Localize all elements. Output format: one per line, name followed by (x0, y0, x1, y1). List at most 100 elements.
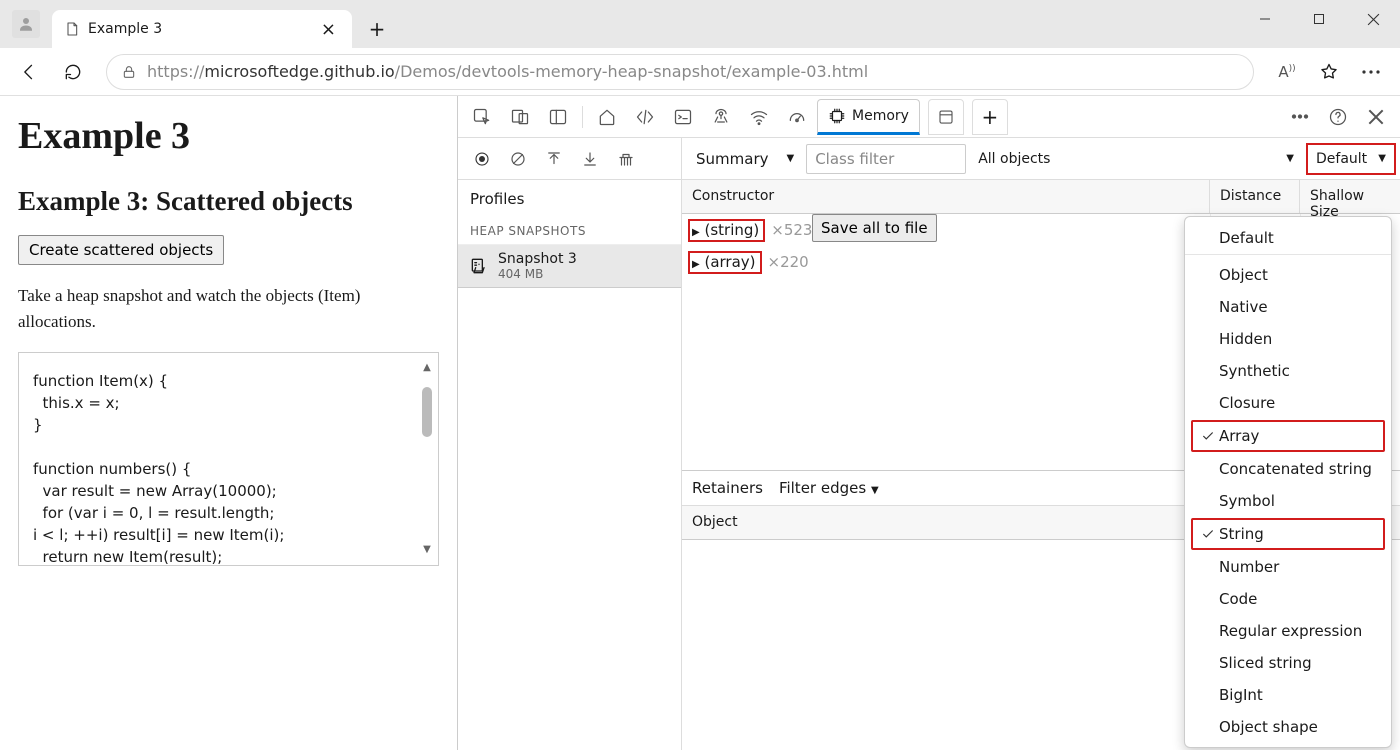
application-tab-icon[interactable] (928, 99, 964, 135)
filter-menu-label: Sliced string (1219, 654, 1379, 672)
tab-title: Example 3 (88, 21, 162, 37)
url-host: microsoftedge.github.io (204, 62, 394, 81)
read-aloud-button[interactable]: A)) (1268, 53, 1306, 91)
devtools-help-icon[interactable] (1320, 99, 1356, 135)
devtools-more-icon[interactable] (1282, 99, 1318, 135)
retainers-col-object[interactable]: Object (682, 506, 1204, 539)
row-count: ×220 (768, 253, 809, 271)
lock-icon (121, 64, 137, 80)
row-name-text: (string) (704, 221, 759, 239)
dock-icon[interactable] (540, 99, 576, 135)
view-dropdown-label: Summary (696, 150, 769, 168)
scope-dropdown[interactable]: All objects▼ (968, 144, 1304, 174)
back-button[interactable] (10, 53, 48, 91)
filter-menu-label: Native (1219, 298, 1379, 316)
filter-menu-item-concatenated-string[interactable]: Concatenated string (1185, 453, 1391, 485)
titlebar: Example 3 × + (0, 0, 1400, 48)
filter-menu-item-string[interactable]: String (1191, 518, 1385, 550)
code-box: function Item(x) { this.x = x; } functio… (18, 352, 439, 566)
filter-dropdown[interactable]: Default▼ (1306, 143, 1396, 175)
filter-menu-item-code[interactable]: Code (1185, 583, 1391, 615)
filter-menu-item-closure[interactable]: Closure (1185, 387, 1391, 419)
sources-tab-icon[interactable] (703, 99, 739, 135)
new-tab-button[interactable]: + (360, 12, 394, 46)
memory-toolbar: Summary ▼ All objects▼ Default▼ (458, 138, 1400, 180)
filter-menu-item-array[interactable]: Array (1191, 420, 1385, 452)
scope-dropdown-label: All objects (978, 151, 1050, 167)
network-tab-icon[interactable] (741, 99, 777, 135)
expand-icon[interactable]: ▶ (692, 227, 700, 238)
snapshot-size: 404 MB (498, 267, 577, 281)
filter-menu-item-default[interactable]: Default (1185, 221, 1391, 255)
record-icon[interactable] (464, 141, 500, 177)
col-constructor[interactable]: Constructor (682, 180, 1210, 213)
filter-edges-dropdown[interactable]: Filter edges ▼ (779, 479, 879, 497)
snapshot-item[interactable]: Snapshot 3 404 MB (458, 245, 681, 288)
create-scattered-objects-button[interactable]: Create scattered objects (18, 235, 224, 265)
upload-icon[interactable] (536, 141, 572, 177)
filter-menu-item-symbol[interactable]: Symbol (1185, 485, 1391, 517)
gc-icon[interactable] (608, 141, 644, 177)
filter-menu-item-bigint[interactable]: BigInt (1185, 679, 1391, 711)
browser-tab[interactable]: Example 3 × (52, 10, 352, 48)
scroll-thumb[interactable] (422, 387, 432, 437)
more-button[interactable] (1352, 53, 1390, 91)
row-name-array: ▶ (array) (688, 251, 762, 274)
download-icon[interactable] (572, 141, 608, 177)
maximize-button[interactable] (1292, 0, 1346, 38)
filter-menu-label: Code (1219, 590, 1379, 608)
clear-icon[interactable] (500, 141, 536, 177)
filter-menu-item-sliced-string[interactable]: Sliced string (1185, 647, 1391, 679)
filter-menu-item-number[interactable]: Number (1185, 551, 1391, 583)
snapshots-header: HEAP SNAPSHOTS (458, 218, 681, 245)
welcome-tab-icon[interactable] (589, 99, 625, 135)
device-icon[interactable] (502, 99, 538, 135)
class-filter-input[interactable] (806, 144, 966, 174)
scroll-down-icon[interactable]: ▼ (423, 543, 431, 557)
filter-menu-label: Regular expression (1219, 622, 1379, 640)
expand-icon[interactable]: ▶ (692, 259, 700, 270)
filter-menu-label: Symbol (1219, 492, 1379, 510)
filter-dropdown-label: Default (1316, 151, 1367, 167)
scroll-track[interactable]: ▲ ▼ (419, 361, 435, 557)
filter-menu-label: String (1219, 525, 1373, 543)
favorite-button[interactable] (1310, 53, 1348, 91)
col-distance[interactable]: Distance (1210, 180, 1300, 213)
scroll-up-icon[interactable]: ▲ (423, 361, 431, 375)
filter-menu-item-object-shape[interactable]: Object shape (1185, 711, 1391, 743)
col-shallow-size[interactable]: Shallow Size (1300, 180, 1400, 213)
filter-menu: Default Object Native HiddenSyntheticClosur… (1184, 216, 1392, 748)
filter-menu-item-hidden[interactable]: Hidden (1185, 323, 1391, 355)
filter-menu-item-regular-expression[interactable]: Regular expression (1185, 615, 1391, 647)
nav-toolbar: https://microsoftedge.github.io/Demos/de… (0, 48, 1400, 96)
tab-close-icon[interactable]: × (317, 19, 340, 40)
snapshot-name: Snapshot 3 (498, 251, 577, 267)
row-name-string: ▶ (string) (688, 219, 765, 242)
window-controls (1238, 0, 1400, 48)
heap-grid: Constructor Distance Shallow Size ▶ (str… (682, 180, 1400, 750)
elements-tab-icon[interactable] (627, 99, 663, 135)
devtools-tabbar: Memory + (458, 96, 1400, 138)
profile-avatar[interactable] (12, 10, 40, 38)
filter-menu-label: BigInt (1219, 686, 1379, 704)
address-bar[interactable]: https://microsoftedge.github.io/Demos/de… (106, 54, 1254, 90)
devtools-close-icon[interactable] (1358, 99, 1394, 135)
window-close-button[interactable] (1346, 0, 1400, 38)
filter-menu-label: Concatenated string (1219, 460, 1379, 478)
devtools-panel: Memory + (457, 96, 1400, 750)
console-tab-icon[interactable] (665, 99, 701, 135)
filter-menu-item-synthetic[interactable]: Synthetic (1185, 355, 1391, 387)
filter-menu-item-native[interactable]: Native (1185, 291, 1391, 323)
inspect-icon[interactable] (464, 99, 500, 135)
performance-tab-icon[interactable] (779, 99, 815, 135)
more-tabs-button[interactable]: + (972, 99, 1008, 135)
save-all-button[interactable]: Save all to file (812, 214, 937, 242)
memory-tab[interactable]: Memory (817, 99, 920, 135)
filter-menu-item-object[interactable]: Object (1185, 259, 1391, 291)
profiles-header: Profiles (458, 180, 681, 218)
view-dropdown[interactable]: Summary ▼ (686, 144, 804, 174)
chevron-down-icon: ▼ (787, 153, 795, 164)
minimize-button[interactable] (1238, 0, 1292, 38)
filter-menu-label: Default (1219, 229, 1379, 247)
refresh-button[interactable] (54, 53, 92, 91)
